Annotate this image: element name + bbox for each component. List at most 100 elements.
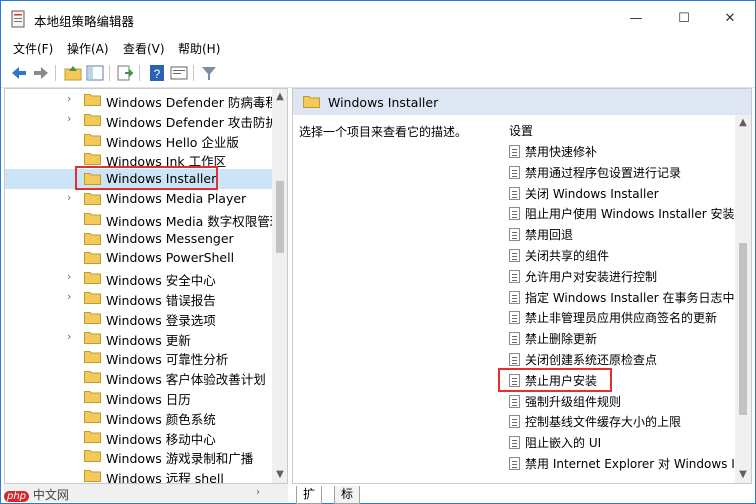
tree-item[interactable]: Windows PowerShell xyxy=(5,248,273,268)
tree-item-label: Windows Media Player xyxy=(106,191,247,206)
tree-item[interactable]: Windows 游戏录制和广播 xyxy=(5,446,273,466)
menu-help[interactable]: 帮助(H) xyxy=(178,40,220,57)
tree-item[interactable]: › Windows 错误报告 xyxy=(5,288,273,308)
menu-action[interactable]: 操作(A) xyxy=(67,40,109,57)
setting-item-label: 强制升级组件规则 xyxy=(525,394,622,409)
show-hide-tree-icon[interactable] xyxy=(85,63,105,83)
tree-pane[interactable]: › Windows Defender 防病毒程 › Windows Defender … xyxy=(4,88,288,484)
expand-arrow-icon[interactable]: › xyxy=(67,191,77,204)
setting-item[interactable]: 禁用 Internet Explorer 对 Windows I xyxy=(509,453,735,473)
tree-item[interactable]: › Windows 安全中心 xyxy=(5,268,273,288)
expand-arrow-icon[interactable]: › xyxy=(67,270,77,283)
setting-item[interactable]: 强制升级组件规则 xyxy=(509,391,735,411)
tree-item-label: Windows Messenger xyxy=(106,230,234,246)
policy-book-icon xyxy=(11,10,25,28)
setting-item[interactable]: 阻止用户使用 Windows Installer 安装 xyxy=(509,203,735,223)
tree-item[interactable]: › Windows Media Player xyxy=(5,189,273,209)
details-vertical-scrollbar[interactable]: ▲ ▼ xyxy=(735,115,751,483)
setting-item-label: 禁用通过程序包设置进行记录 xyxy=(525,165,682,180)
policy-setting-icon xyxy=(509,165,520,179)
tree-item-label: Windows 登录选项 xyxy=(106,312,216,328)
setting-item[interactable]: 指定 Windows Installer 在事务日志中 xyxy=(509,287,735,307)
expand-arrow-icon[interactable]: › xyxy=(67,92,77,105)
setting-item[interactable]: 关闭创建系统还原检查点 xyxy=(509,349,735,369)
up-folder-icon[interactable] xyxy=(63,63,83,83)
tree-item[interactable]: Windows Messenger xyxy=(5,229,273,249)
filter-icon[interactable] xyxy=(199,63,219,83)
details-scroll-thumb[interactable] xyxy=(739,243,747,415)
window-title: 本地组策略编辑器 xyxy=(34,14,135,29)
details-pane: Windows Installer 选择一个项目来查看它的描述。 设置 禁用快速… xyxy=(292,88,752,484)
setting-item[interactable]: 禁止用户安装 xyxy=(509,370,735,390)
tree-item[interactable]: Windows 移动中心 xyxy=(5,427,273,447)
tree-item[interactable]: Windows 日历 xyxy=(5,387,273,407)
scroll-down-icon[interactable]: ▼ xyxy=(735,467,751,483)
title-bar: 本地组策略编辑器 — ☐ ✕ xyxy=(1,1,755,37)
tree-item-label: Windows Hello 企业版 xyxy=(106,134,239,150)
scroll-right-icon[interactable]: › xyxy=(250,485,266,501)
settings-column-header[interactable]: 设置 xyxy=(509,122,533,139)
tree-item[interactable]: Windows Media 数字权限管理 xyxy=(5,209,282,229)
expand-arrow-icon[interactable]: › xyxy=(67,290,77,303)
tree-item-label: Windows 错误报告 xyxy=(106,293,216,308)
forward-arrow-icon[interactable] xyxy=(31,63,51,83)
back-arrow-icon[interactable] xyxy=(9,63,29,83)
tree-item[interactable]: › Windows 更新 xyxy=(5,328,273,348)
tree-item[interactable]: Windows 登录选项 xyxy=(5,308,273,328)
properties-icon[interactable] xyxy=(169,63,189,83)
minimize-button[interactable]: — xyxy=(613,1,659,37)
menu-file[interactable]: 文件(F) xyxy=(13,40,53,57)
tab-standard[interactable]: 标准 xyxy=(334,486,361,504)
setting-item[interactable]: 关闭 Windows Installer xyxy=(509,183,735,203)
expand-arrow-icon[interactable]: › xyxy=(67,330,77,343)
scroll-down-icon[interactable]: ▼ xyxy=(272,467,287,483)
tree-item[interactable]: › Windows Defender 攻击防护 xyxy=(5,110,278,130)
setting-item[interactable]: 允许用户对安装进行控制 xyxy=(509,266,735,286)
close-button[interactable]: ✕ xyxy=(707,1,753,37)
setting-item-label: 禁止删除更新 xyxy=(525,332,598,347)
tree-item[interactable]: Windows 颜色系统 xyxy=(5,407,273,427)
policy-setting-icon xyxy=(509,249,520,262)
tree-vertical-scrollbar[interactable]: ▲ ▼ xyxy=(272,89,287,483)
setting-item[interactable]: 禁用回退 xyxy=(509,224,735,244)
tree-item[interactable]: › Windows Defender 防病毒程 xyxy=(5,90,278,110)
setting-item[interactable]: 阻止嵌入的 UI xyxy=(509,432,735,452)
expand-arrow-icon[interactable]: › xyxy=(67,112,77,125)
scroll-up-icon[interactable]: ▲ xyxy=(735,115,751,131)
scroll-up-icon[interactable]: ▲ xyxy=(272,89,287,105)
export-list-icon[interactable] xyxy=(115,63,135,83)
setting-item-label: 禁止非管理员应用供应商签名的更新 xyxy=(525,311,718,326)
setting-item[interactable]: 禁用通过程序包设置进行记录 xyxy=(509,162,735,182)
tree-scroll-thumb[interactable] xyxy=(276,181,284,253)
tree-item-label: Windows Media 数字权限管理 xyxy=(106,213,283,229)
details-header-title: Windows Installer xyxy=(328,95,439,110)
setting-item[interactable]: 关闭共享的组件 xyxy=(509,245,735,265)
setting-item[interactable]: 控制基线文件缓存大小的上限 xyxy=(509,411,735,431)
maximize-button[interactable]: ☐ xyxy=(661,1,707,37)
folder-icon xyxy=(84,193,101,205)
tree-item-label: Windows 移动中心 xyxy=(106,431,216,447)
tree-item-label: Windows PowerShell xyxy=(106,250,235,266)
folder-icon xyxy=(84,252,101,265)
tree-item[interactable]: Windows Hello 企业版 xyxy=(5,130,273,150)
folder-icon xyxy=(84,311,101,324)
menu-view[interactable]: 查看(V) xyxy=(123,40,165,57)
tree-item[interactable]: Windows Ink 工作区 xyxy=(5,149,273,169)
tab-extended[interactable]: 扩展 xyxy=(296,486,323,504)
help-icon[interactable]: ? xyxy=(147,63,167,83)
details-header: Windows Installer xyxy=(293,89,751,115)
menu-bar: 文件(F) 操作(A) 查看(V) 帮助(H) xyxy=(1,37,755,59)
setting-item-label: 关闭创建系统还原检查点 xyxy=(525,353,658,367)
description-text: 选择一个项目来查看它的描述。 xyxy=(299,125,468,139)
tree-item[interactable]: Windows 可靠性分析 xyxy=(5,347,273,367)
tree-item[interactable]: Windows 客户体验改善计划 xyxy=(5,367,273,387)
setting-item[interactable]: 禁止删除更新 xyxy=(509,328,735,348)
setting-item[interactable]: 禁用快速修补 xyxy=(509,141,735,161)
tree-item[interactable]: Windows 远程 shell xyxy=(5,466,273,483)
setting-item-label: 关闭 Windows Installer xyxy=(525,186,659,201)
folder-icon xyxy=(84,391,101,403)
tree-item[interactable]: Windows Installer xyxy=(5,169,273,190)
folder-icon xyxy=(84,94,101,106)
setting-item[interactable]: 禁止非管理员应用供应商签名的更新 xyxy=(509,307,735,327)
tree-item-label: Windows 客户体验改善计划 xyxy=(106,372,266,388)
